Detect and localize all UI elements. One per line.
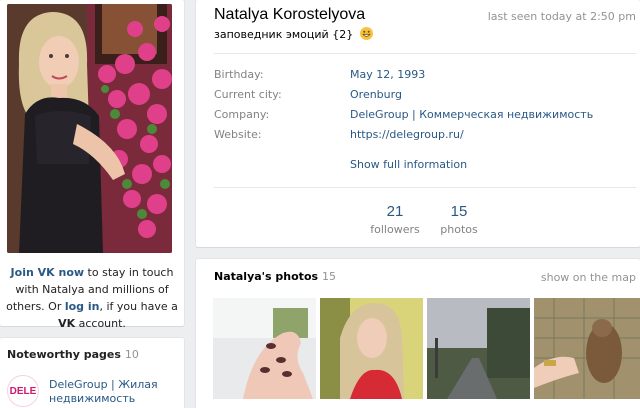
birthday-link[interactable]: May 12, 1993 [350,68,425,81]
photo-thumbnail[interactable] [320,298,423,399]
login-link[interactable]: log in [65,300,100,313]
delegroup-logo[interactable]: DELE [7,375,39,407]
photo-thumbnail[interactable] [534,298,640,399]
profile-avatar[interactable] [7,4,172,253]
info-row-company: Company: DeleGroup | Коммерческая недвижи… [214,108,594,121]
join-vk-text: Join VK now to stay in touch with Nataly… [6,266,178,330]
info-row-city: Current city: Orenburg [214,88,402,101]
show-on-map-link[interactable]: show on the map [541,271,636,284]
profile-info-card: Natalya Korostelyova last seen today at … [196,0,640,247]
noteworthy-title[interactable]: Noteworthy pages 10 [7,348,139,361]
photos-title[interactable]: Natalya's photos 15 [214,270,336,283]
photos-count: 15 [322,270,337,283]
vk-label: VK [58,317,76,330]
divider [214,187,636,188]
company-link[interactable]: DeleGroup | Коммерческая недвижимость [350,108,593,121]
followers-counter[interactable]: 21 followers [365,203,425,236]
city-link[interactable]: Orenburg [350,88,402,101]
divider [214,53,636,54]
profile-name: Natalya Korostelyova [214,6,366,23]
photos-counter[interactable]: 15 photos [429,203,489,236]
photo-thumbnail[interactable] [213,298,316,399]
join-vk-link[interactable]: Join VK now [11,266,85,279]
photo-thumbnail[interactable] [427,298,530,399]
noteworthy-count: 10 [124,348,139,361]
last-seen: last seen today at 2:50 pm [487,10,636,23]
website-link[interactable]: https://delegroup.ru/ [350,128,464,141]
grinning-emoji-icon [359,27,373,40]
photos-card: Natalya's photos 15 show on the map [196,259,640,408]
delegroup-page-link[interactable]: DeleGroup | Жилая недвижимость [49,378,179,406]
show-full-info-link[interactable]: Show full information [350,158,467,171]
profile-status: заповедник эмоций {2} [214,27,373,41]
info-row-website: Website: https://delegroup.ru/ [214,128,464,141]
info-row-birthday: Birthday: May 12, 1993 [214,68,426,81]
profile-photo-card: Join VK now to stay in touch with Nataly… [0,0,184,330]
